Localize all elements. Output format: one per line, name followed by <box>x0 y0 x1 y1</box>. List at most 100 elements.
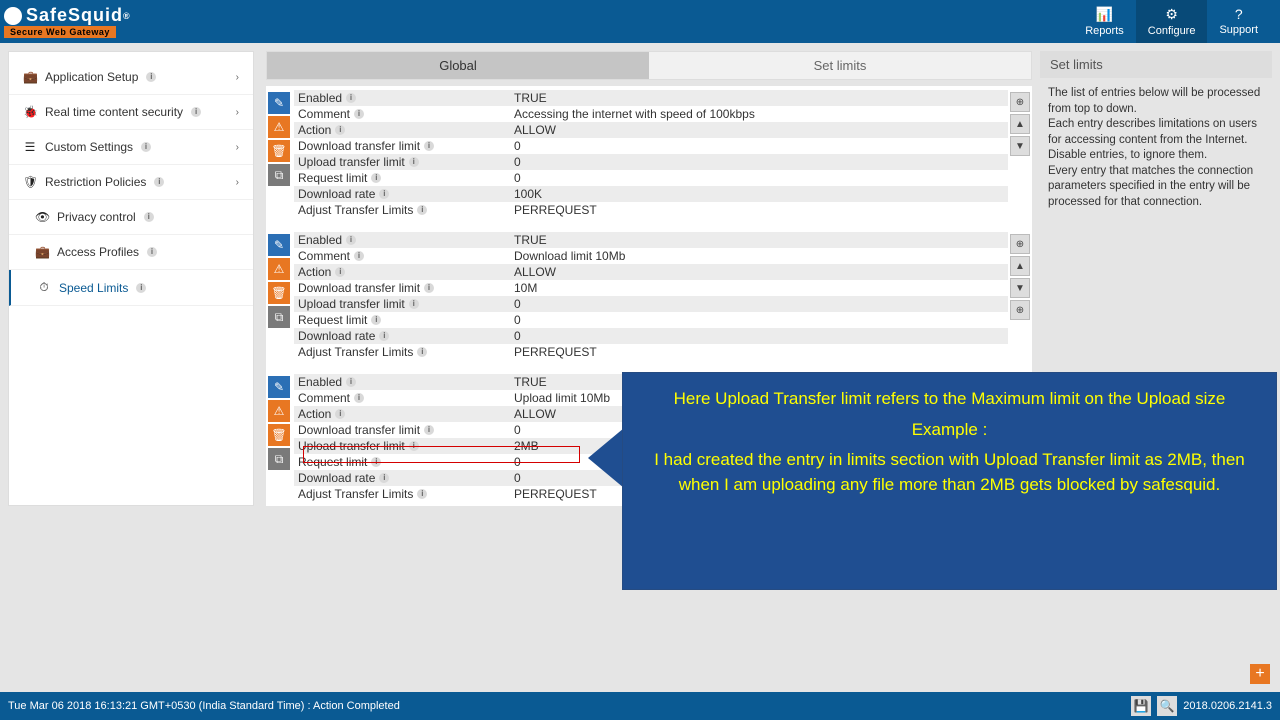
info-icon[interactable]: i <box>409 157 419 167</box>
info-icon[interactable]: i <box>335 409 345 419</box>
field-label: Upload transfer limit i <box>294 296 512 312</box>
info-icon[interactable]: i <box>154 177 164 187</box>
sidebar-label: Access Profiles <box>57 245 139 259</box>
sidebar-item-2[interactable]: ☰Custom Settings i› <box>9 130 253 165</box>
info-icon[interactable]: i <box>379 189 389 199</box>
sidebar-icon: ☰ <box>23 140 37 154</box>
edit-button[interactable]: ✎ <box>268 234 290 256</box>
field-label: Upload transfer limit i <box>294 154 512 170</box>
info-icon[interactable]: i <box>147 247 157 257</box>
reorder-button[interactable]: ⊕ <box>1010 300 1030 320</box>
delete-button[interactable]: 🗑 <box>268 140 290 162</box>
info-icon[interactable]: i <box>335 125 345 135</box>
tab-set-limits[interactable]: Set limits <box>649 52 1031 79</box>
sidebar-icon: ⏱ <box>37 280 51 295</box>
clone-button[interactable]: ⧉ <box>268 448 290 470</box>
info-icon[interactable]: i <box>354 251 364 261</box>
info-icon[interactable]: i <box>371 315 381 325</box>
chevron-right-icon: › <box>236 142 239 153</box>
sidebar-item-4[interactable]: 👁Privacy control i <box>9 200 253 235</box>
info-icon[interactable]: i <box>424 141 434 151</box>
field-value: Accessing the internet with speed of 100… <box>512 106 1008 122</box>
brand-logo: SafeSquid® <box>4 5 131 26</box>
add-button[interactable]: + <box>1250 664 1270 684</box>
field-label: Download rate i <box>294 470 512 486</box>
info-icon[interactable]: i <box>379 331 389 341</box>
delete-button[interactable]: 🗑 <box>268 424 290 446</box>
chart-icon: 📊 <box>1085 6 1124 23</box>
info-icon[interactable]: i <box>335 267 345 277</box>
sidebar-item-1[interactable]: 🐞Real time content security i› <box>9 95 253 130</box>
app-header: SafeSquid® Secure Web Gateway 📊Reports ⚙… <box>0 0 1280 43</box>
field-value: PERREQUEST <box>512 202 1008 218</box>
info-icon[interactable]: i <box>409 299 419 309</box>
delete-button[interactable]: 🗑 <box>268 282 290 304</box>
info-icon[interactable]: i <box>354 393 364 403</box>
version-text: 2018.0206.2141.3 <box>1183 700 1272 712</box>
info-icon[interactable]: i <box>191 107 201 117</box>
info-icon[interactable]: i <box>144 212 154 222</box>
info-icon[interactable]: i <box>424 283 434 293</box>
info-icon[interactable]: i <box>136 283 146 293</box>
info-icon[interactable]: i <box>424 425 434 435</box>
info-icon[interactable]: i <box>146 72 156 82</box>
toggle-button[interactable]: ⚠ <box>268 258 290 280</box>
sidebar-item-6[interactable]: ⏱Speed Limits i <box>9 270 253 306</box>
sidebar-icon: 🛡 <box>23 175 37 189</box>
sidebar-item-3[interactable]: 🛡Restriction Policies i› <box>9 165 253 200</box>
brand-name: SafeSquid <box>26 5 123 26</box>
nav-reports[interactable]: 📊Reports <box>1073 0 1136 43</box>
sidebar-item-5[interactable]: 💼Access Profiles i <box>9 235 253 270</box>
callout-line1: Here Upload Transfer limit refers to the… <box>641 387 1258 412</box>
chevron-right-icon: › <box>236 107 239 118</box>
field-label: Enabled i <box>294 232 512 248</box>
status-bar: Tue Mar 06 2018 16:13:21 GMT+0530 (India… <box>0 692 1280 720</box>
field-label: Request limit i <box>294 170 512 186</box>
info-icon[interactable]: i <box>354 109 364 119</box>
info-icon[interactable]: i <box>417 489 427 499</box>
clone-button[interactable]: ⧉ <box>268 164 290 186</box>
edit-button[interactable]: ✎ <box>268 376 290 398</box>
reorder-button[interactable]: ▲ <box>1010 114 1030 134</box>
info-icon[interactable]: i <box>141 142 151 152</box>
info-icon[interactable]: i <box>371 173 381 183</box>
field-row: Adjust Transfer Limits iPERREQUEST <box>294 202 1008 218</box>
reorder-button[interactable]: ▲ <box>1010 256 1030 276</box>
field-value: 0 <box>512 312 1008 328</box>
tab-global[interactable]: Global <box>267 52 649 79</box>
field-row: Request limit i0 <box>294 170 1008 186</box>
field-value: PERREQUEST <box>512 344 1008 360</box>
nav-configure[interactable]: ⚙Configure <box>1136 0 1208 43</box>
save-button[interactable]: 💾 <box>1131 696 1151 716</box>
info-icon[interactable]: i <box>346 93 356 103</box>
field-value: 0 <box>512 138 1008 154</box>
reorder-button[interactable]: ▼ <box>1010 136 1030 156</box>
info-icon[interactable]: i <box>379 473 389 483</box>
nav-support[interactable]: ?Support <box>1207 0 1270 43</box>
field-label: Comment i <box>294 248 512 264</box>
info-icon[interactable]: i <box>417 205 427 215</box>
field-value: 100K <box>512 186 1008 202</box>
help-title: Set limits <box>1040 51 1272 78</box>
field-value: ALLOW <box>512 122 1008 138</box>
reorder-button[interactable]: ⊕ <box>1010 92 1030 112</box>
field-row: Download rate i0 <box>294 328 1008 344</box>
reorder-button[interactable]: ⊕ <box>1010 234 1030 254</box>
toggle-button[interactable]: ⚠ <box>268 400 290 422</box>
edit-button[interactable]: ✎ <box>268 92 290 114</box>
field-value: 0 <box>512 296 1008 312</box>
field-value: 0 <box>512 328 1008 344</box>
sidebar-item-0[interactable]: 💼Application Setup i› <box>9 60 253 95</box>
info-icon[interactable]: i <box>346 377 356 387</box>
info-icon[interactable]: i <box>346 235 356 245</box>
clone-button[interactable]: ⧉ <box>268 306 290 328</box>
toggle-button[interactable]: ⚠ <box>268 116 290 138</box>
info-icon[interactable]: i <box>417 347 427 357</box>
sidebar-icon: 🐞 <box>23 105 37 119</box>
search-button[interactable]: 🔍 <box>1157 696 1177 716</box>
field-row: Comment iAccessing the internet with spe… <box>294 106 1008 122</box>
chevron-right-icon: › <box>236 177 239 188</box>
reorder-button[interactable]: ▼ <box>1010 278 1030 298</box>
entry-0: ✎⚠🗑⧉Enabled iTRUEComment iAccessing the … <box>266 86 1032 222</box>
field-row: Comment iDownload limit 10Mb <box>294 248 1008 264</box>
